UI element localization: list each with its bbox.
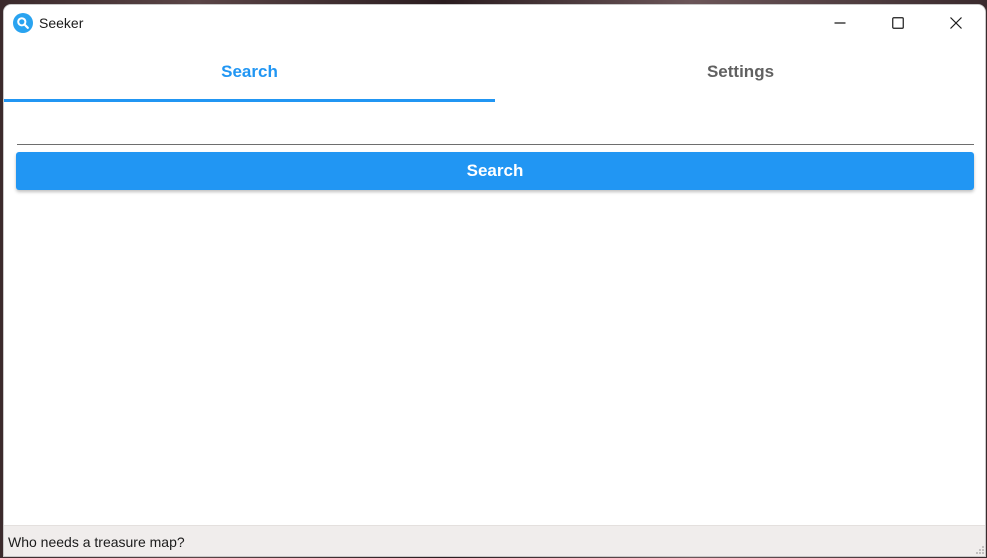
- search-input[interactable]: [17, 115, 974, 145]
- maximize-icon: [892, 17, 904, 29]
- status-bar: Who needs a treasure map?: [4, 525, 985, 556]
- maximize-button[interactable]: [869, 5, 927, 41]
- tab-settings[interactable]: Settings: [495, 41, 985, 103]
- title-bar[interactable]: Seeker: [4, 5, 985, 41]
- tab-bar: Search Settings: [4, 41, 985, 103]
- close-button[interactable]: [927, 5, 985, 41]
- close-icon: [950, 17, 962, 29]
- status-text: Who needs a treasure map?: [8, 534, 185, 550]
- resize-grip-icon[interactable]: [973, 542, 985, 554]
- magnifier-app-icon: [13, 13, 33, 33]
- active-tab-indicator: [4, 99, 495, 102]
- app-window: Seeker Search Settings Search Who needs …: [3, 4, 986, 557]
- search-button[interactable]: Search: [16, 152, 974, 190]
- results-area: [4, 201, 985, 526]
- minimize-icon: [834, 22, 846, 24]
- minimize-button[interactable]: [811, 5, 869, 41]
- window-title: Seeker: [39, 15, 84, 31]
- tab-search[interactable]: Search: [4, 41, 495, 103]
